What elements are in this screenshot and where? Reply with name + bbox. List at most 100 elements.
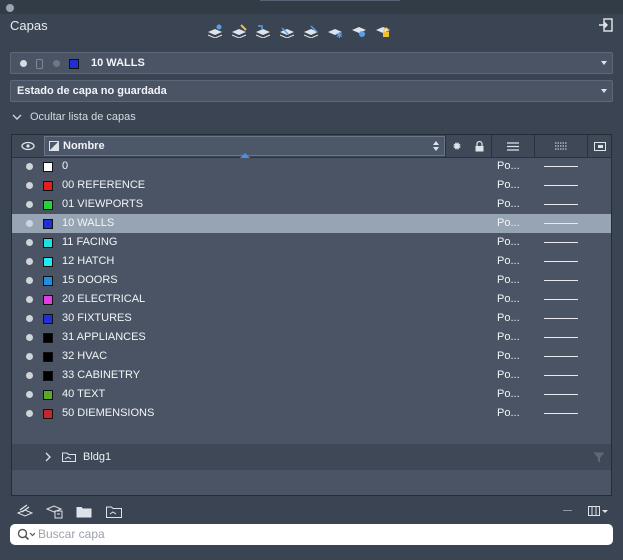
layer-linetype[interactable]: Po... — [497, 407, 520, 419]
color-swatch[interactable] — [43, 162, 53, 172]
lineweight-line[interactable] — [544, 166, 578, 167]
lineweight-line[interactable] — [544, 299, 578, 300]
color-swatch[interactable] — [43, 181, 53, 191]
delete-layer-icon[interactable] — [254, 22, 272, 40]
table-row[interactable]: 40 TEXT Po... — [12, 385, 611, 404]
table-row[interactable]: 32 HVAC Po... — [12, 347, 611, 366]
freeze-icon[interactable]: ✱ — [326, 22, 344, 40]
color-swatch[interactable] — [43, 333, 53, 343]
layer-linetype[interactable]: Po... — [497, 198, 520, 210]
table-row[interactable]: 15 DOORS Po... — [12, 271, 611, 290]
new-layer-vp-icon[interactable] — [230, 22, 248, 40]
lineweight-line[interactable] — [544, 223, 578, 224]
isolate-icon[interactable] — [350, 22, 368, 40]
set-current-icon[interactable] — [278, 22, 296, 40]
table-row[interactable]: 00 REFERENCE Po... — [12, 176, 611, 195]
column-linetype[interactable] — [535, 135, 587, 157]
on-icon[interactable] — [26, 353, 33, 360]
column-freeze[interactable]: ✹ — [446, 135, 468, 157]
table-row[interactable]: 11 FACING Po... — [12, 233, 611, 252]
filter-icon[interactable] — [593, 452, 605, 463]
color-swatch[interactable] — [43, 352, 53, 362]
table-row[interactable]: 30 FIXTURES Po... — [12, 309, 611, 328]
color-swatch[interactable] — [43, 200, 53, 210]
layer-linetype[interactable]: Po... — [497, 312, 520, 324]
lineweight-line[interactable] — [544, 261, 578, 262]
lineweight-line[interactable] — [544, 280, 578, 281]
on-icon[interactable] — [26, 220, 33, 227]
color-swatch[interactable] — [43, 371, 53, 381]
new-group-icon[interactable] — [75, 503, 93, 519]
drag-handle[interactable] — [260, 0, 400, 1]
color-swatch[interactable] — [43, 295, 53, 305]
table-row[interactable]: 10 WALLS Po... — [12, 214, 611, 233]
column-chooser-icon[interactable] — [587, 503, 609, 519]
on-icon[interactable] — [26, 296, 33, 303]
new-layer-icon[interactable] — [206, 22, 224, 40]
table-row[interactable]: 12 HATCH Po... — [12, 252, 611, 271]
layer-linetype[interactable]: Po... — [497, 388, 520, 400]
layer-linetype[interactable]: Po... — [497, 179, 520, 191]
color-swatch[interactable] — [43, 390, 53, 400]
table-row[interactable]: 33 CABINETRY Po... — [12, 366, 611, 385]
layer-linetype[interactable]: Po... — [497, 331, 520, 343]
collapse-icon[interactable] — [563, 510, 572, 511]
color-swatch[interactable] — [43, 257, 53, 267]
column-settings[interactable] — [588, 135, 611, 157]
lineweight-line[interactable] — [544, 375, 578, 376]
layer-state-icon[interactable] — [302, 22, 320, 40]
lineweight-line[interactable] — [544, 242, 578, 243]
on-icon[interactable] — [26, 372, 33, 379]
color-swatch[interactable] — [43, 409, 53, 419]
column-lock[interactable] — [468, 135, 490, 157]
search-box[interactable] — [10, 524, 613, 545]
table-row[interactable]: 0 Po... — [12, 157, 611, 176]
on-icon[interactable] — [26, 163, 33, 170]
column-lineweight[interactable] — [492, 135, 534, 157]
lineweight-line[interactable] — [544, 318, 578, 319]
color-swatch[interactable] — [43, 314, 53, 324]
lineweight-line[interactable] — [544, 185, 578, 186]
exit-icon[interactable] — [598, 17, 614, 33]
window-close-button[interactable] — [6, 4, 14, 12]
on-icon[interactable] — [26, 334, 33, 341]
on-icon[interactable] — [26, 201, 33, 208]
current-layer-dropdown[interactable]: 10 WALLS — [10, 52, 613, 74]
on-icon[interactable] — [26, 315, 33, 322]
layer-settings-icon[interactable] — [46, 503, 64, 519]
lineweight-line[interactable] — [544, 337, 578, 338]
on-icon[interactable] — [26, 391, 33, 398]
on-icon[interactable] — [26, 258, 33, 265]
chevron-right-icon[interactable] — [45, 452, 51, 462]
color-swatch[interactable] — [43, 219, 53, 229]
color-swatch[interactable] — [43, 276, 53, 286]
table-row[interactable]: 50 DIEMENSIONS Po... — [12, 404, 611, 423]
layer-properties-icon[interactable] — [16, 503, 34, 519]
layer-linetype[interactable]: Po... — [497, 236, 520, 248]
layer-group[interactable]: Bldg1 — [12, 444, 611, 470]
layer-linetype[interactable]: Po... — [497, 274, 520, 286]
lineweight-line[interactable] — [544, 413, 578, 414]
lineweight-line[interactable] — [544, 394, 578, 395]
table-row[interactable]: 31 APPLIANCES Po... — [12, 328, 611, 347]
on-icon[interactable] — [26, 277, 33, 284]
lock-icon[interactable] — [374, 22, 392, 40]
layer-state-dropdown[interactable]: Estado de capa no guardada — [10, 80, 613, 102]
on-icon[interactable] — [26, 410, 33, 417]
search-input[interactable] — [38, 526, 598, 542]
layer-linetype[interactable]: Po... — [497, 350, 520, 362]
color-swatch[interactable] — [43, 238, 53, 248]
lineweight-line[interactable] — [544, 356, 578, 357]
on-icon[interactable] — [26, 239, 33, 246]
column-name[interactable]: Nombre — [44, 136, 445, 158]
layer-linetype[interactable]: Po... — [497, 160, 520, 172]
new-filter-group-icon[interactable] — [105, 503, 123, 519]
table-row[interactable]: 01 VIEWPORTS Po... — [12, 195, 611, 214]
layer-linetype[interactable]: Po... — [497, 255, 520, 267]
layer-linetype[interactable]: Po... — [497, 217, 520, 229]
layer-linetype[interactable]: Po... — [497, 293, 520, 305]
lineweight-line[interactable] — [544, 204, 578, 205]
layer-linetype[interactable]: Po... — [497, 369, 520, 381]
layer-list-toggle[interactable]: Ocultar lista de capas — [12, 111, 136, 123]
column-visibility[interactable] — [12, 135, 44, 157]
